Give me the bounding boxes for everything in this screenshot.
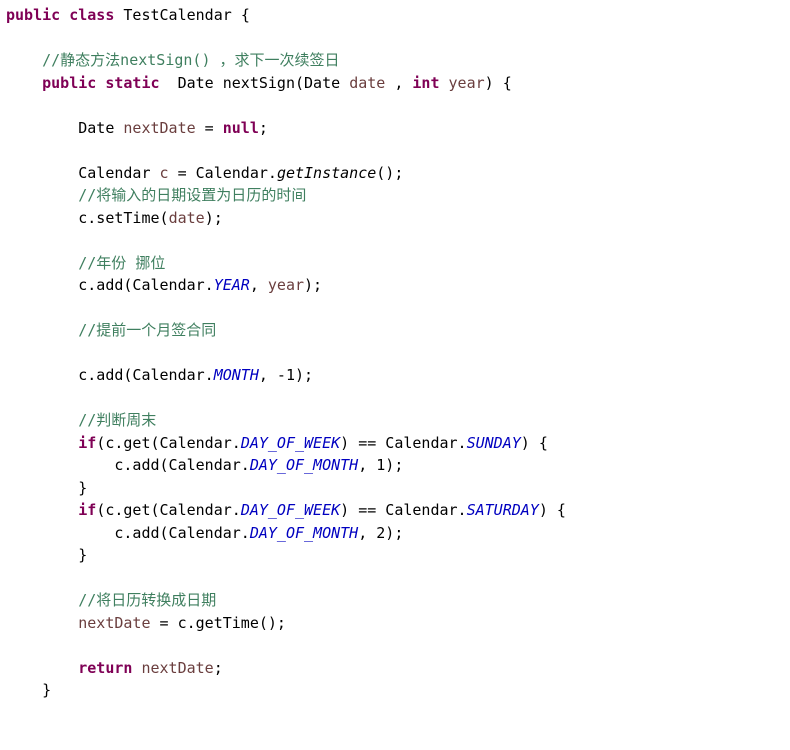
keyword-class: class bbox=[69, 6, 114, 24]
code-text: c.add(Calendar. bbox=[114, 524, 249, 542]
var-type: Date bbox=[78, 119, 114, 137]
param-ref: year bbox=[268, 276, 304, 294]
code-block: public class TestCalendar { //静态方法nextSi… bbox=[0, 0, 790, 706]
code-text: ); bbox=[205, 209, 223, 227]
method-end: ) { bbox=[485, 74, 512, 92]
equals: = Calendar. bbox=[169, 164, 277, 182]
equals: = bbox=[196, 119, 223, 137]
code-text: c.setTime( bbox=[78, 209, 168, 227]
code-text: , 1); bbox=[358, 456, 403, 474]
semicolon: ; bbox=[259, 119, 268, 137]
brace-close: } bbox=[78, 546, 87, 564]
static-field-saturday: SATURDAY bbox=[467, 501, 539, 519]
param-ref: date bbox=[169, 209, 205, 227]
var-ref: nextDate bbox=[141, 659, 213, 677]
static-field-dayofweek: DAY_OF_WEEK bbox=[241, 434, 340, 452]
code-text: (c.get(Calendar. bbox=[96, 434, 241, 452]
static-field-year: YEAR bbox=[214, 276, 250, 294]
code-text: , 2); bbox=[358, 524, 403, 542]
static-method: getInstance bbox=[277, 164, 376, 182]
comment-line: //年份 挪位 bbox=[78, 254, 165, 272]
var-name: c bbox=[160, 164, 169, 182]
keyword-public: public bbox=[42, 74, 96, 92]
param-type: Date bbox=[304, 74, 340, 92]
comment-line: //将输入的日期设置为日历的时间 bbox=[78, 186, 306, 204]
code-text: c.add(Calendar. bbox=[78, 276, 213, 294]
static-field-dayofmonth: DAY_OF_MONTH bbox=[250, 524, 358, 542]
comment-line: //将日历转换成日期 bbox=[78, 591, 216, 609]
keyword-int: int bbox=[412, 74, 439, 92]
keyword-static: static bbox=[105, 74, 159, 92]
code-text: (c.get(Calendar. bbox=[96, 501, 241, 519]
return-type: Date bbox=[178, 74, 214, 92]
var-name: nextDate bbox=[123, 119, 195, 137]
param-name: year bbox=[449, 74, 485, 92]
code-text: ) == Calendar. bbox=[340, 434, 466, 452]
var-type: Calendar bbox=[78, 164, 150, 182]
code-text: c.add(Calendar. bbox=[78, 366, 213, 384]
comment-line: //静态方法nextSign() ，求下一次续签日 bbox=[42, 51, 339, 69]
semicolon: ; bbox=[214, 659, 223, 677]
code-text: ) { bbox=[539, 501, 566, 519]
code-text: , bbox=[250, 276, 268, 294]
brace-close: } bbox=[42, 681, 51, 699]
keyword-return: return bbox=[78, 659, 132, 677]
brace-close: } bbox=[78, 479, 87, 497]
method-name: nextSign( bbox=[223, 74, 304, 92]
separator: , bbox=[385, 74, 412, 92]
code-text: c.add(Calendar. bbox=[114, 456, 249, 474]
null-literal: null bbox=[223, 119, 259, 137]
keyword-public: public bbox=[6, 6, 60, 24]
code-text: = c.getTime(); bbox=[151, 614, 286, 632]
static-field-dayofweek: DAY_OF_WEEK bbox=[241, 501, 340, 519]
code-text: ) { bbox=[521, 434, 548, 452]
comment-line: //判断周末 bbox=[78, 411, 156, 429]
comment-line: //提前一个月签合同 bbox=[78, 321, 216, 339]
static-field-month: MONTH bbox=[214, 366, 259, 384]
keyword-if: if bbox=[78, 501, 96, 519]
code-text: ); bbox=[304, 276, 322, 294]
class-name: TestCalendar bbox=[123, 6, 231, 24]
brace-open: { bbox=[241, 6, 250, 24]
keyword-if: if bbox=[78, 434, 96, 452]
code-text: , -1); bbox=[259, 366, 313, 384]
call-end: (); bbox=[376, 164, 403, 182]
static-field-sunday: SUNDAY bbox=[467, 434, 521, 452]
static-field-dayofmonth: DAY_OF_MONTH bbox=[250, 456, 358, 474]
code-text: ) == Calendar. bbox=[340, 501, 466, 519]
var-ref: nextDate bbox=[78, 614, 150, 632]
param-name: date bbox=[349, 74, 385, 92]
